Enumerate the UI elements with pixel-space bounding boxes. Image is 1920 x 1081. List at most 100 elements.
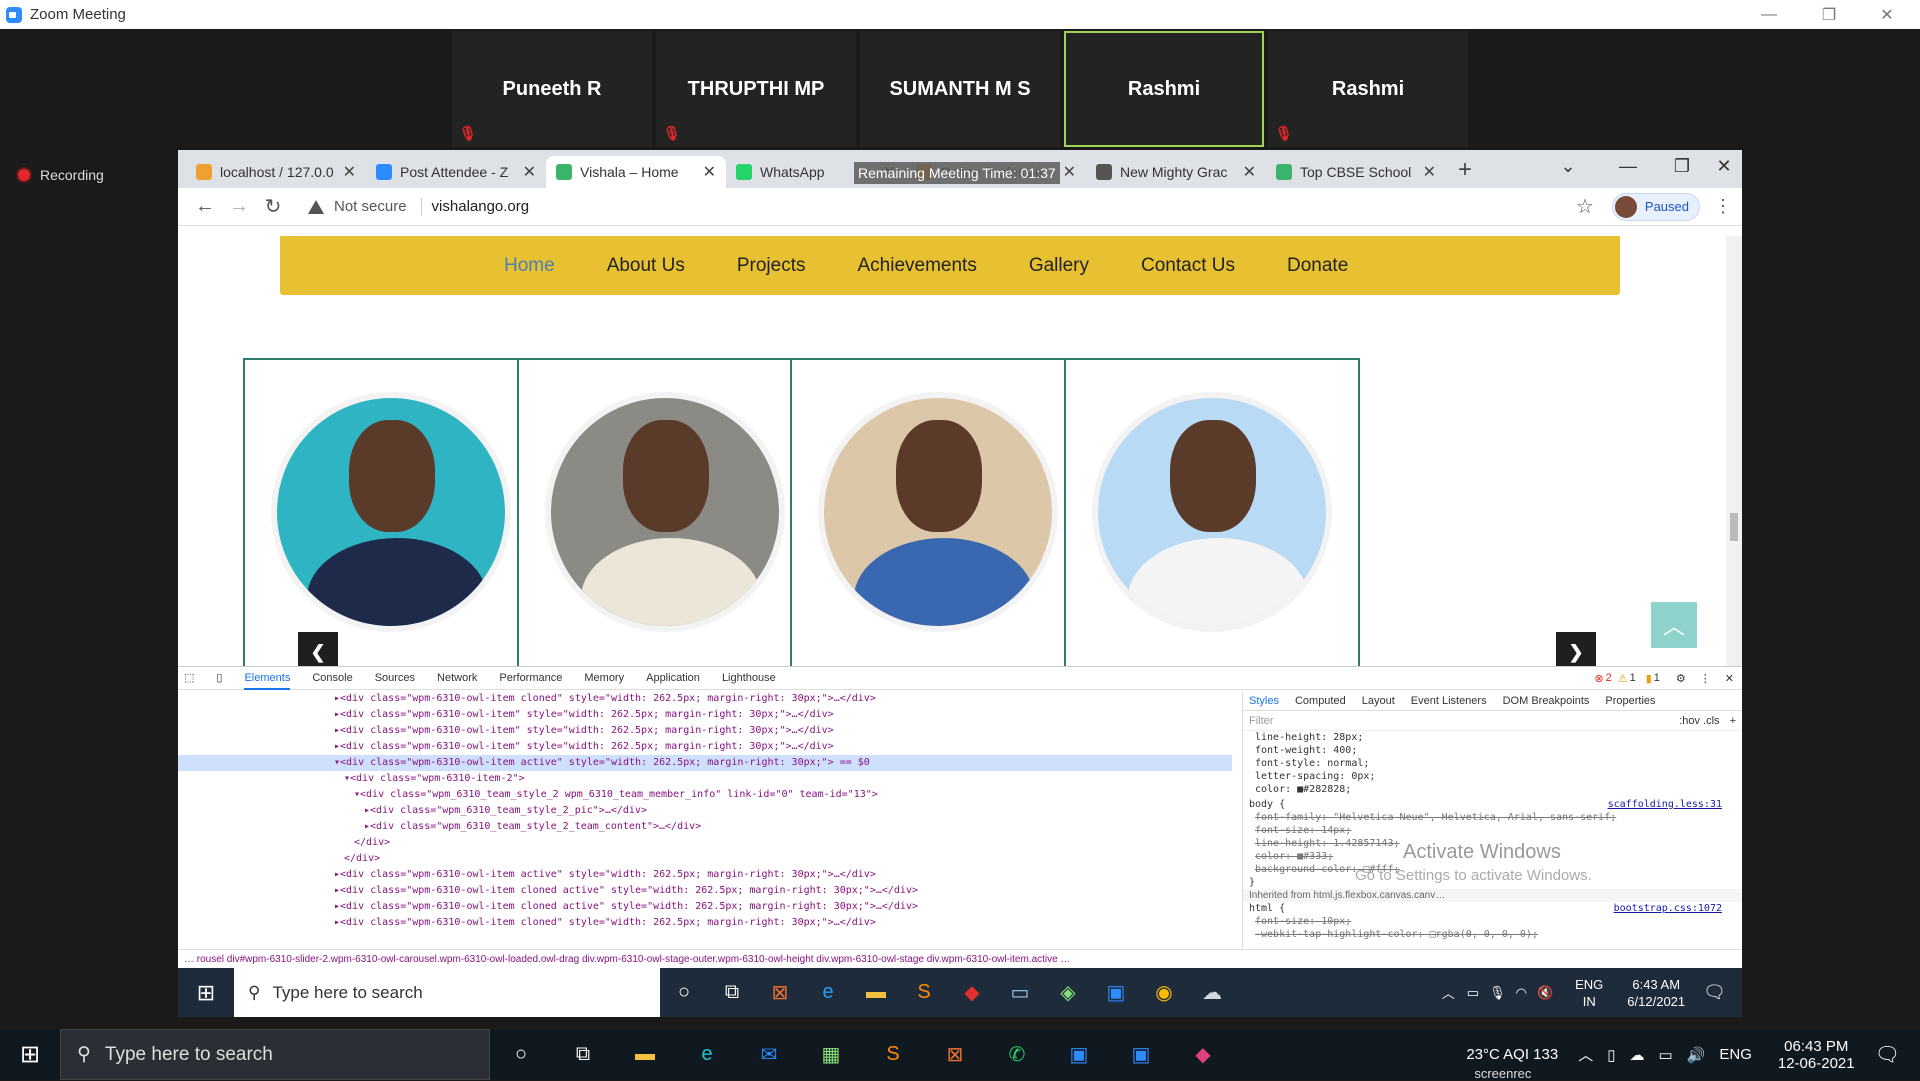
browser-tab[interactable]: Vishala – Home ✕: [546, 156, 726, 188]
mail-icon[interactable]: ✉: [738, 1030, 800, 1079]
wifi-icon[interactable]: ◠: [1516, 985, 1527, 1001]
dom-node[interactable]: ▸<div class="wpm-6310-owl-item cloned ac…: [178, 899, 1232, 915]
nav-link-gallery[interactable]: Gallery: [1029, 255, 1089, 277]
css-declaration[interactable]: -webkit-tap-highlight-color: □rgba(0, 0,…: [1243, 928, 1742, 941]
tab-close-icon[interactable]: ✕: [523, 162, 536, 182]
url-field[interactable]: vishalango.org: [420, 198, 529, 215]
inner-clock[interactable]: 6:43 AM 6/12/2021: [1627, 976, 1685, 1010]
battery-icon[interactable]: ▭: [1467, 985, 1479, 1001]
settings-gear-icon[interactable]: ⚙: [1676, 672, 1686, 685]
bookmark-star-icon[interactable]: ☆: [1576, 194, 1594, 219]
browser-tab[interactable]: New Mighty Grac ✕: [1086, 156, 1266, 188]
security-indicator[interactable]: Not secure: [308, 198, 407, 215]
notification-icon[interactable]: 🗨: [1703, 982, 1726, 1003]
cortana-icon[interactable]: ○: [660, 968, 708, 1017]
new-tab-button[interactable]: +: [1458, 154, 1472, 188]
anydesk-icon[interactable]: ◆: [948, 968, 996, 1017]
dom-node[interactable]: ▸<div class="wpm_6310_team_style_2_pic">…: [178, 803, 1232, 819]
styles-tab-styles[interactable]: Styles: [1249, 695, 1279, 707]
participant-tile[interactable]: SUMANTH M S: [860, 31, 1060, 147]
team-card[interactable]: [1064, 358, 1360, 678]
dom-node[interactable]: ▸<div class="wpm_6310_team_style_2_team_…: [178, 819, 1232, 835]
page-scrollbar[interactable]: [1726, 236, 1742, 666]
weather-widget[interactable]: 23°C AQI 133 screenrec: [1466, 1046, 1558, 1081]
participant-tile[interactable]: Rashmi 🎙︎: [1268, 31, 1468, 147]
dom-node[interactable]: ▸<div class="wpm-6310-owl-item cloned" s…: [178, 915, 1232, 931]
tab-close-icon[interactable]: ✕: [703, 162, 716, 182]
dom-node[interactable]: ▾<div class="wpm_6310_team_style_2 wpm_6…: [178, 787, 1232, 803]
task-view-icon[interactable]: ⧉: [708, 968, 756, 1017]
dom-node[interactable]: ▸<div class="wpm-6310-owl-item active" s…: [178, 867, 1232, 883]
browser-tab[interactable]: Top CBSE School ✕: [1266, 156, 1446, 188]
inner-language[interactable]: ENG IN: [1575, 976, 1603, 1010]
tab-close-icon[interactable]: ✕: [1243, 162, 1256, 182]
minimize-icon[interactable]: —: [1746, 0, 1792, 29]
devtools-tab-memory[interactable]: Memory: [584, 667, 624, 690]
back-icon[interactable]: ←: [188, 195, 222, 218]
dom-node[interactable]: ▸<div class="wpm-6310-owl-item" style="w…: [178, 723, 1232, 739]
css-declaration[interactable]: letter-spacing: 0px;: [1243, 770, 1742, 783]
tray-chevron-icon[interactable]: ︿: [1442, 983, 1455, 1002]
css-declaration[interactable]: font-style: normal;: [1243, 757, 1742, 770]
close-icon[interactable]: ✕: [1864, 0, 1910, 29]
volume-icon[interactable]: 🔊: [1687, 1046, 1706, 1064]
tab-close-icon[interactable]: ✕: [1423, 162, 1436, 182]
dom-node[interactable]: ▾<div class="wpm-6310-item-2">: [178, 771, 1232, 787]
file-explorer-icon[interactable]: ▬: [614, 1030, 676, 1079]
chrome-taskbar-icon[interactable]: ◉: [1140, 968, 1188, 1017]
windows-start-icon[interactable]: ⊞: [178, 968, 234, 1017]
zoom-meeting-icon[interactable]: ▣: [1110, 1030, 1172, 1079]
git-icon[interactable]: ◈: [1044, 968, 1092, 1017]
devtools-close-icon[interactable]: ✕: [1725, 672, 1734, 685]
close-icon[interactable]: ✕: [1704, 156, 1742, 177]
team-card[interactable]: [517, 358, 813, 678]
tab-search-icon[interactable]: ⌄: [1548, 156, 1588, 177]
xampp-icon[interactable]: ⊠: [924, 1030, 986, 1079]
monitor-icon[interactable]: ▭: [1658, 1046, 1672, 1064]
inspect-icon[interactable]: ⬚: [184, 667, 194, 690]
app-icon[interactable]: ☁: [1188, 968, 1236, 1017]
volume-mute-icon[interactable]: 🔇: [1537, 985, 1553, 1001]
reload-icon[interactable]: ↻: [256, 194, 290, 219]
whatsapp-icon[interactable]: ✆: [986, 1030, 1048, 1079]
edge-icon[interactable]: e: [804, 968, 852, 1017]
css-declaration[interactable]: font-size: 14px;: [1243, 824, 1742, 837]
devtools-menu-icon[interactable]: ⋮: [1700, 672, 1711, 685]
css-declaration[interactable]: line-height: 28px;: [1243, 731, 1742, 744]
devtools-tab-console[interactable]: Console: [312, 667, 352, 690]
participant-tile[interactable]: THRUPTHI MP 🎙︎: [656, 31, 856, 147]
devtools-tab-lighthouse[interactable]: Lighthouse: [722, 667, 776, 690]
dom-node[interactable]: ▾<div class="wpm-6310-owl-item active" s…: [178, 755, 1232, 771]
restore-icon[interactable]: ❐: [1806, 0, 1852, 29]
dom-node[interactable]: </div>: [178, 835, 1232, 851]
styles-tab-layout[interactable]: Layout: [1362, 695, 1395, 707]
tab-close-icon[interactable]: ✕: [343, 162, 356, 182]
xampp-icon[interactable]: ⊠: [756, 968, 804, 1017]
devtools-tab-performance[interactable]: Performance: [499, 667, 562, 690]
devtools-tab-elements[interactable]: Elements: [244, 667, 291, 690]
participant-tile[interactable]: Rashmi: [1064, 31, 1264, 147]
edge-icon[interactable]: e: [676, 1030, 738, 1079]
profile-button[interactable]: Paused: [1611, 192, 1700, 221]
devtools-tab-sources[interactable]: Sources: [375, 667, 415, 690]
minimize-icon[interactable]: —: [1608, 156, 1648, 177]
nav-link-about-us[interactable]: About Us: [607, 255, 685, 277]
team-card[interactable]: [790, 358, 1086, 678]
clock[interactable]: 06:43 PM 12-06-2021: [1778, 1038, 1855, 1072]
filter-tools[interactable]: :hov .cls: [1679, 715, 1719, 727]
dom-node[interactable]: </div>: [178, 851, 1232, 867]
styles-tab-dom-breakpoints[interactable]: DOM Breakpoints: [1503, 695, 1590, 707]
nav-link-donate[interactable]: Donate: [1287, 255, 1348, 277]
forward-icon[interactable]: →: [222, 195, 256, 218]
language-indicator[interactable]: ENG: [1719, 1046, 1752, 1063]
scroll-to-top-button[interactable]: ︿: [1651, 602, 1697, 648]
styles-filter[interactable]: Filter :hov .cls +: [1243, 711, 1742, 731]
zoom-icon[interactable]: ▣: [1048, 1030, 1110, 1079]
devtools-badges[interactable]: ⊗ 2 ⚠ 1 ▮ 1 ⚙ ⋮ ✕: [1594, 672, 1742, 685]
nav-link-contact-us[interactable]: Contact Us: [1141, 255, 1235, 277]
participant-tile[interactable]: Puneeth R 🎙︎: [452, 31, 652, 147]
browser-tab[interactable]: localhost / 127.0.0 ✕: [186, 156, 366, 188]
styles-tab-event-listeners[interactable]: Event Listeners: [1411, 695, 1487, 707]
dom-breadcrumbs[interactable]: … rousel div#wpm-6310-slider-2.wpm-6310-…: [178, 949, 1742, 969]
cloud-icon[interactable]: ☁: [1629, 1046, 1644, 1064]
